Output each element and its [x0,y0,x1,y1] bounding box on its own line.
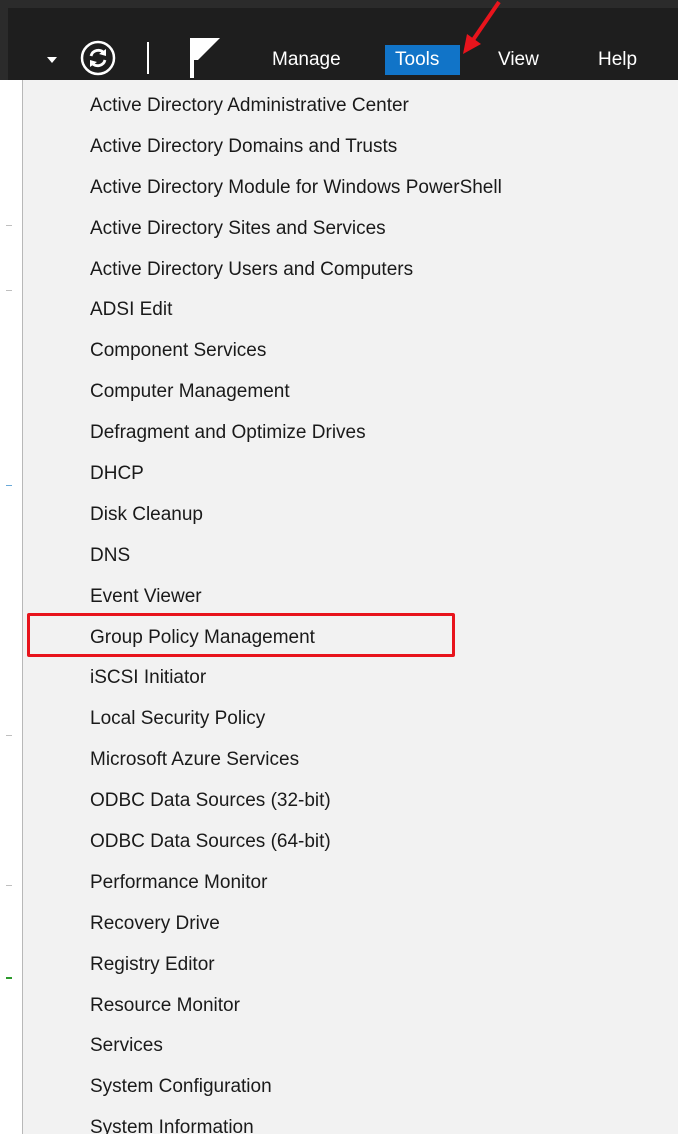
edge-tick [6,977,12,979]
refresh-icon[interactable] [80,40,116,76]
edge-tick [6,885,12,886]
edge-tick [6,290,12,291]
menu-item-resource-monitor[interactable]: Resource Monitor [23,986,678,1027]
menu-item-recovery-drive[interactable]: Recovery Drive [23,904,678,945]
menu-item-performance-monitor[interactable]: Performance Monitor [23,863,678,904]
menu-item-active-directory-sites-and-services[interactable]: Active Directory Sites and Services [23,209,678,250]
tools-menu-list: Active Directory Administrative Center A… [23,86,678,1134]
chevron-down-icon[interactable] [47,57,57,63]
toolbar-separator [147,42,149,74]
notifications-flag-icon[interactable] [188,36,222,78]
menu-item-active-directory-users-and-computers[interactable]: Active Directory Users and Computers [23,250,678,291]
menu-item-event-viewer[interactable]: Event Viewer [23,577,678,618]
menu-item-system-information[interactable]: System Information [23,1108,678,1134]
annotation-arrow-icon [463,0,501,54]
background-window-edge [0,80,23,1134]
menu-item-services[interactable]: Services [23,1026,678,1067]
menu-item-active-directory-domains-and-trusts[interactable]: Active Directory Domains and Trusts [23,127,678,168]
menu-item-computer-management[interactable]: Computer Management [23,372,678,413]
menu-item-registry-editor[interactable]: Registry Editor [23,945,678,986]
menu-item-active-directory-administrative-center[interactable]: Active Directory Administrative Center [23,86,678,127]
menu-item-disk-cleanup[interactable]: Disk Cleanup [23,495,678,536]
annotation-highlight-box [27,613,455,657]
menu-help[interactable]: Help [588,45,658,75]
menu-item-microsoft-azure-services[interactable]: Microsoft Azure Services [23,740,678,781]
menu-item-adsi-edit[interactable]: ADSI Edit [23,290,678,331]
menu-item-system-configuration[interactable]: System Configuration [23,1067,678,1108]
tools-dropdown-menu: Active Directory Administrative Center A… [22,80,678,1134]
edge-tick [6,735,12,736]
server-manager-menubar: Manage Tools View Help [0,0,678,80]
edge-tick [6,225,12,226]
menu-item-component-services[interactable]: Component Services [23,331,678,372]
edge-tick [6,485,12,486]
menu-item-local-security-policy[interactable]: Local Security Policy [23,699,678,740]
menu-item-odbc-data-sources-32[interactable]: ODBC Data Sources (32-bit) [23,781,678,822]
menu-item-iscsi-initiator[interactable]: iSCSI Initiator [23,658,678,699]
menu-item-active-directory-module-powershell[interactable]: Active Directory Module for Windows Powe… [23,168,678,209]
menu-item-dns[interactable]: DNS [23,536,678,577]
menu-manage[interactable]: Manage [262,45,362,75]
menu-tools[interactable]: Tools [385,45,460,75]
menu-item-defragment-and-optimize-drives[interactable]: Defragment and Optimize Drives [23,413,678,454]
menu-item-dhcp[interactable]: DHCP [23,454,678,495]
menu-item-odbc-data-sources-64[interactable]: ODBC Data Sources (64-bit) [23,822,678,863]
